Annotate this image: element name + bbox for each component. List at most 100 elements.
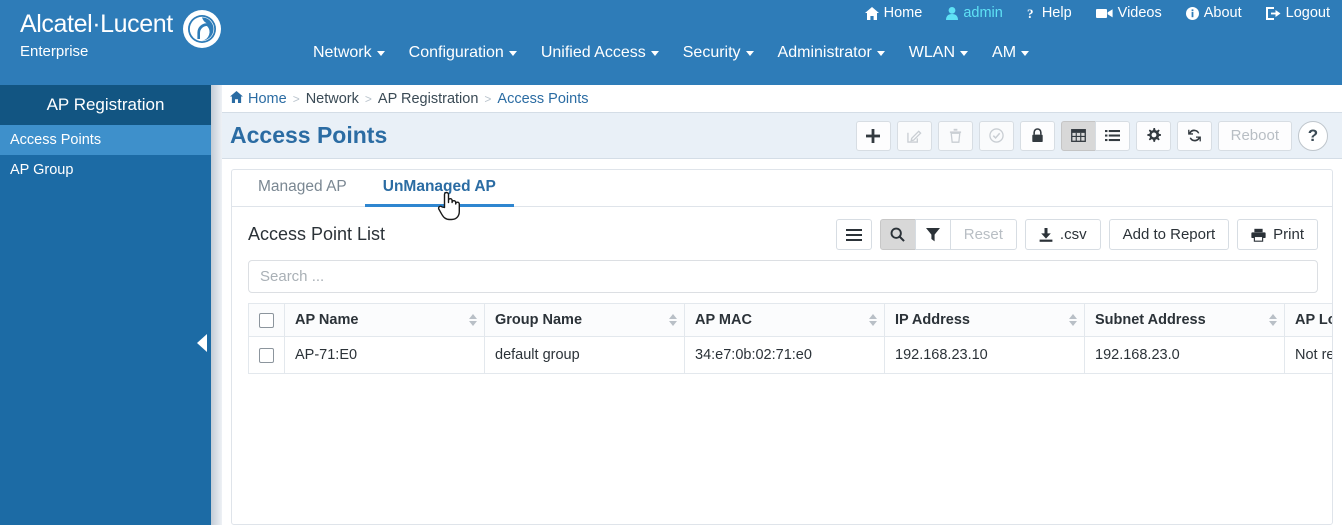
nav-item-am[interactable]: AM — [992, 44, 1030, 62]
table-scroll-area[interactable]: AP Name Group Name AP MAC IP Address Sub… — [232, 303, 1332, 374]
caret-left-icon — [197, 334, 207, 352]
search-area — [232, 256, 1332, 303]
user-icon — [946, 6, 959, 20]
cell-ip-address: 192.168.23.10 — [884, 336, 1085, 374]
view-mode-group — [1060, 120, 1130, 151]
column-header-ap-mac-label: AP MAC — [695, 312, 752, 328]
add-to-report-button[interactable]: Add to Report — [1108, 219, 1230, 250]
column-header-ap-name-label: AP Name — [295, 312, 359, 328]
utility-link-home[interactable]: Home — [864, 5, 922, 21]
column-header-ip-address-label: IP Address — [895, 312, 970, 328]
sidebar-item-ap-group[interactable]: AP Group — [0, 155, 211, 185]
tab-managed-ap-label: Managed AP — [258, 178, 347, 195]
reset-button: Reset — [949, 219, 1017, 250]
add-button[interactable] — [855, 120, 891, 151]
nav-item-administrator[interactable]: Administrator — [778, 44, 885, 62]
column-header-ap-location-label: AP Location — [1295, 312, 1332, 328]
list-toolbar: Reset .csv Add to Report Print — [835, 219, 1318, 250]
breadcrumb-item-home[interactable]: Home — [230, 90, 287, 107]
print-button[interactable]: Print — [1237, 219, 1318, 250]
home-icon — [230, 90, 243, 107]
sort-arrows-icon — [1069, 314, 1077, 326]
column-header-ap-mac[interactable]: AP MAC — [684, 303, 885, 337]
nav-item-unified-access-label: Unified Access — [540, 44, 646, 61]
breadcrumb-separator: > — [292, 91, 300, 106]
column-header-ip-address[interactable]: IP Address — [884, 303, 1085, 337]
nav-item-wlan[interactable]: WLAN — [908, 44, 969, 62]
filter-button[interactable] — [914, 219, 951, 250]
settings-button[interactable] — [1135, 120, 1171, 151]
utility-link-help[interactable]: ? Help — [1027, 5, 1072, 21]
utility-link-about[interactable]: About — [1185, 5, 1242, 21]
approve-button — [978, 120, 1014, 151]
table-row[interactable]: AP-71:E0 default group 34:e7:0b:02:71:e0… — [248, 336, 1332, 374]
utility-link-admin[interactable]: admin — [946, 5, 1003, 21]
utility-link-about-label: About — [1203, 5, 1242, 21]
breadcrumb: Home > Network > AP Registration > Acces… — [222, 85, 1342, 113]
sidebar-resize-edge[interactable] — [211, 85, 222, 525]
select-all-checkbox[interactable] — [259, 312, 274, 328]
logout-icon — [1265, 6, 1281, 20]
nav-item-security[interactable]: Security — [683, 44, 754, 62]
sort-arrows-icon — [669, 314, 677, 326]
utility-link-logout[interactable]: Logout — [1265, 5, 1330, 21]
menu-button[interactable] — [835, 219, 872, 250]
breadcrumb-item-ap-registration[interactable]: AP Registration — [378, 91, 478, 107]
list-view-button[interactable] — [1094, 120, 1130, 151]
search-filter-group: Reset — [879, 219, 1017, 250]
sidebar-item-access-points-label: Access Points — [10, 132, 102, 148]
tab-unmanaged-ap[interactable]: UnManaged AP — [364, 170, 514, 207]
grid-view-button[interactable] — [1060, 120, 1096, 151]
reboot-button: Reboot — [1217, 120, 1292, 151]
row-select-checkbox[interactable] — [259, 347, 274, 363]
nav-item-administrator-label: Administrator — [777, 44, 872, 61]
sidebar-collapse-toggle[interactable] — [193, 330, 211, 356]
search-toggle[interactable] — [879, 219, 916, 250]
column-header-subnet-address-label: Subnet Address — [1095, 312, 1206, 328]
edit-button — [896, 120, 932, 151]
column-header-ap-name[interactable]: AP Name — [284, 303, 485, 337]
tab-managed-ap[interactable]: Managed AP — [240, 170, 365, 207]
column-header-ap-location[interactable]: AP Location — [1284, 303, 1332, 337]
utility-link-videos-label: Videos — [1117, 5, 1162, 21]
cell-ap-mac: 34:e7:0b:02:71:e0 — [684, 336, 885, 374]
sidebar-title: AP Registration — [0, 85, 211, 125]
page-title: Access Points — [230, 122, 388, 148]
page-toolbar: Reboot ? — [855, 120, 1328, 151]
breadcrumb-item-network[interactable]: Network — [306, 91, 359, 107]
sort-arrows-icon — [469, 314, 477, 326]
print-button-label: Print — [1273, 226, 1304, 243]
chevron-down-icon — [1021, 50, 1030, 56]
csv-button-label: .csv — [1059, 226, 1087, 243]
table-header-row: AP Name Group Name AP MAC IP Address Sub… — [248, 303, 1332, 337]
refresh-button[interactable] — [1176, 120, 1212, 151]
access-points-table: AP Name Group Name AP MAC IP Address Sub… — [248, 303, 1332, 374]
chevron-down-icon — [745, 50, 754, 56]
cell-ap-name: AP-71:E0 — [284, 336, 485, 374]
nav-item-network[interactable]: Network — [313, 44, 385, 62]
utility-link-videos[interactable]: Videos — [1095, 5, 1162, 21]
nav-item-am-label: AM — [992, 44, 1017, 61]
csv-button[interactable]: .csv — [1024, 219, 1101, 250]
utility-link-logout-label: Logout — [1285, 5, 1330, 21]
nav-item-configuration-label: Configuration — [408, 44, 504, 61]
chevron-down-icon — [876, 50, 885, 56]
sidebar-item-access-points[interactable]: Access Points — [0, 125, 211, 155]
search-input[interactable] — [248, 260, 1318, 293]
nav-item-unified-access[interactable]: Unified Access — [541, 44, 659, 62]
home-icon — [864, 6, 879, 20]
breadcrumb-item-access-points[interactable]: Access Points — [497, 91, 588, 107]
nav-item-wlan-label: WLAN — [908, 44, 956, 61]
utility-link-admin-label: admin — [963, 5, 1003, 21]
question-icon: ? — [1027, 7, 1037, 20]
sort-arrows-icon — [1269, 314, 1277, 326]
printer-icon — [1251, 228, 1266, 242]
nav-item-security-label: Security — [682, 44, 741, 61]
select-all-header — [248, 303, 285, 337]
help-button[interactable]: ? — [1298, 120, 1328, 151]
column-header-subnet-address[interactable]: Subnet Address — [1084, 303, 1285, 337]
brand-name: Alcatel·Lucent — [20, 10, 173, 38]
nav-item-configuration[interactable]: Configuration — [409, 44, 517, 62]
lock-button[interactable] — [1019, 120, 1055, 151]
column-header-group-name[interactable]: Group Name — [484, 303, 685, 337]
